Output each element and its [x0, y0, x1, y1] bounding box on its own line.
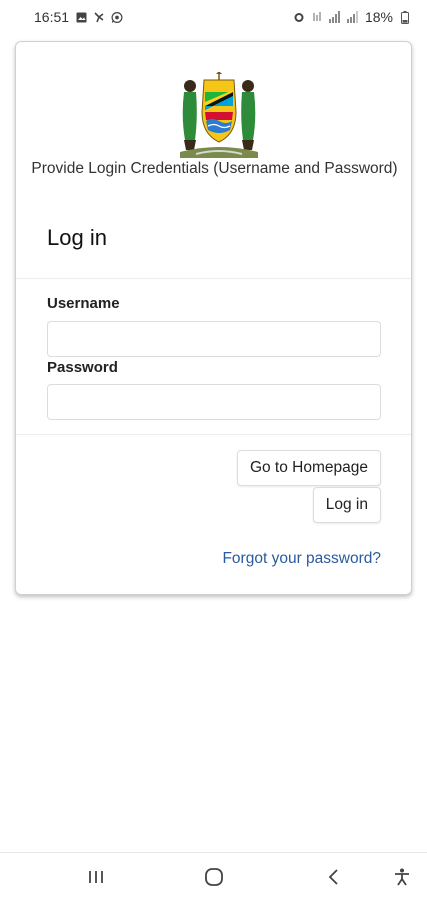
go-to-homepage-button[interactable]: Go to Homepage — [236, 450, 381, 486]
password-input[interactable] — [47, 384, 381, 420]
back-icon[interactable] — [322, 865, 346, 889]
username-label: Username — [47, 295, 120, 312]
alarm-icon — [293, 11, 305, 23]
status-bar: 16:51 18% — [0, 0, 427, 34]
navigation-bar — [0, 852, 427, 901]
status-time: 16:51 — [34, 9, 70, 25]
recent-apps-icon[interactable] — [84, 865, 108, 889]
accessibility-icon[interactable] — [390, 865, 414, 889]
header-divider — [16, 278, 411, 279]
signal-icon — [328, 11, 341, 23]
battery-icon — [399, 10, 411, 24]
gallery-icon — [75, 11, 87, 23]
whatsapp-icon — [111, 11, 123, 23]
signal-icon — [346, 11, 359, 23]
home-icon[interactable] — [202, 865, 226, 889]
battery-percent: 18% — [364, 9, 393, 25]
page-title: Log in — [47, 225, 107, 250]
fan-icon — [93, 11, 105, 23]
wifi-icon — [311, 11, 323, 23]
footer-divider — [16, 434, 411, 435]
login-button[interactable]: Log in — [312, 487, 381, 523]
forgot-password-link[interactable]: Forgot your password? — [222, 550, 381, 568]
login-card: Provide Login Credentials (Username and … — [15, 41, 412, 595]
login-subtitle: Provide Login Credentials (Username and … — [31, 160, 398, 177]
status-right: 18% — [293, 9, 411, 25]
password-label: Password — [47, 359, 118, 376]
status-left: 16:51 — [34, 9, 123, 25]
coat-of-arms-icon — [176, 71, 262, 160]
username-input[interactable] — [47, 321, 381, 357]
